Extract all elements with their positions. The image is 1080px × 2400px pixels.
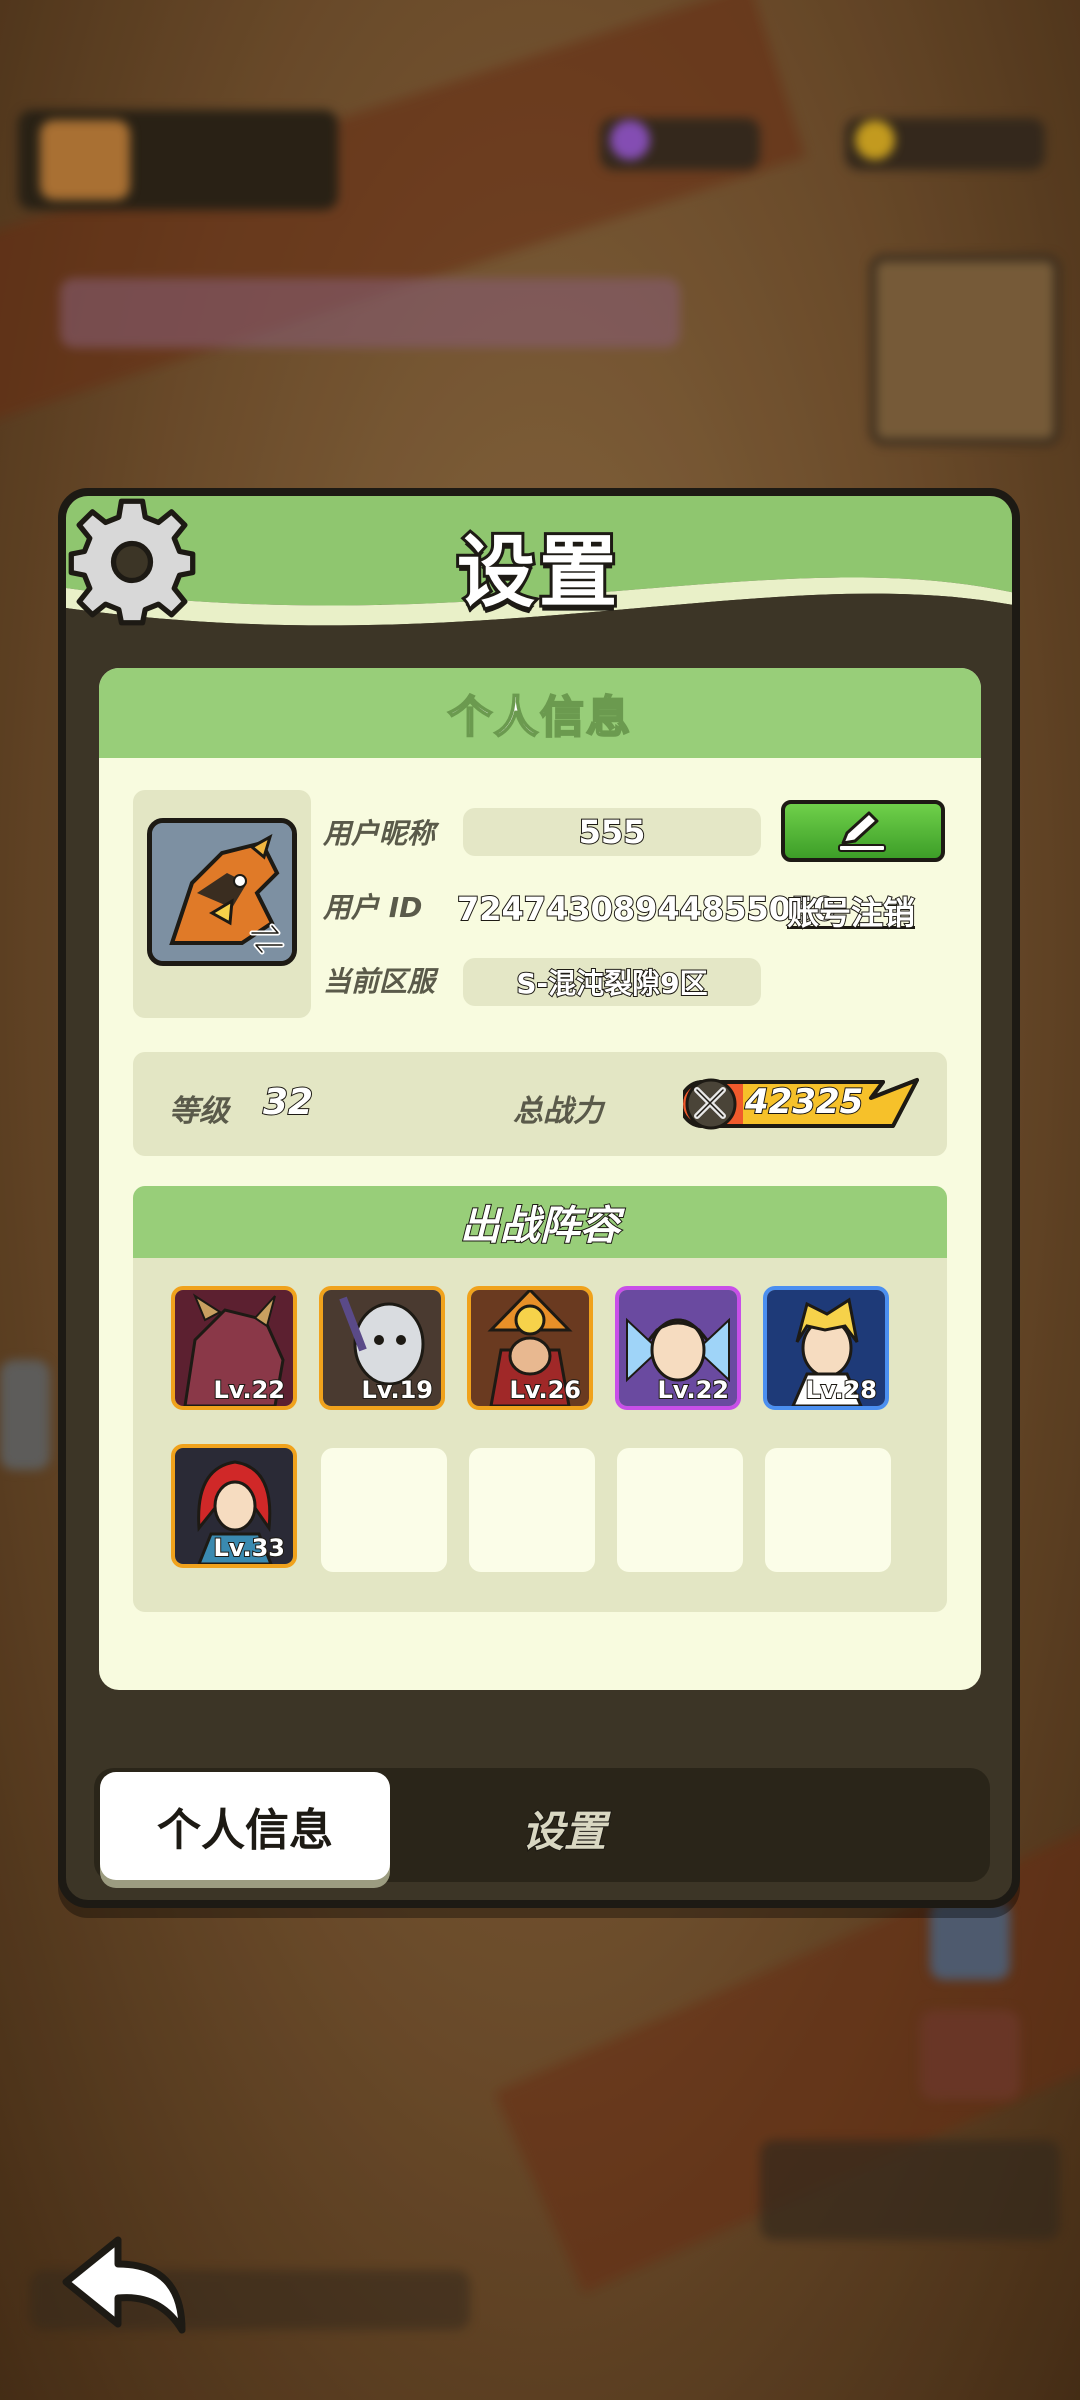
lineup-title: 出战阵容 [459, 1202, 621, 1250]
empty-hero-slot[interactable] [321, 1448, 447, 1572]
pencil-icon [838, 811, 886, 852]
hero-level: Lv.22 [213, 1375, 286, 1405]
empty-hero-slot[interactable] [469, 1448, 595, 1572]
swap-icon[interactable] [246, 921, 288, 957]
hero-level: Lv.19 [361, 1375, 434, 1405]
avatar[interactable] [147, 818, 297, 966]
stats-bar: 等级 32 总战力 42325 [133, 1052, 947, 1156]
tab-bar: 个人信息 设置 [94, 1768, 990, 1882]
hero-slot[interactable]: Lv.22 [615, 1286, 741, 1410]
back-arrow-icon[interactable] [56, 2232, 196, 2342]
hero-slot[interactable]: Lv.33 [171, 1444, 297, 1568]
level-value: 32 [262, 1081, 314, 1124]
user-id-value: 72474308944855050 [456, 889, 837, 929]
hero-slot[interactable]: Lv.22 [171, 1286, 297, 1410]
lineup-header: 出战阵容 [133, 1186, 947, 1258]
edit-nickname-button[interactable] [781, 800, 945, 862]
empty-hero-slot[interactable] [617, 1448, 743, 1572]
personal-info-title: 个人信息 [447, 691, 632, 744]
personal-info-card: 个人信息 用户昵称 555 用户 ID 72474308944855050 账号… [99, 668, 981, 1690]
tab-personal-info[interactable]: 个人信息 [100, 1772, 390, 1880]
hero-slot[interactable]: Lv.26 [467, 1286, 593, 1410]
nickname-label: 用户昵称 [323, 817, 436, 850]
hero-level: Lv.33 [213, 1533, 286, 1563]
hero-level: Lv.28 [805, 1375, 878, 1405]
hero-slot[interactable]: Lv.19 [319, 1286, 445, 1410]
tab-settings[interactable]: 设置 [434, 1788, 694, 1868]
user-id-label: 用户 ID [323, 891, 423, 924]
avatar-box [133, 790, 311, 1018]
panel-header: 设置 [66, 496, 1012, 636]
power-label: 总战力 [513, 1094, 603, 1129]
level-label: 等级 [169, 1094, 229, 1129]
server-value: S-混沌裂隙9区 [463, 958, 761, 1006]
panel-title: 设置 [454, 525, 621, 621]
delete-account-link[interactable]: 账号注销 [786, 888, 916, 934]
server-label: 当前区服 [323, 965, 436, 998]
lineup-box: 出战阵容 Lv.22 Lv.19 Lv.26 Lv.22 Lv.28 Lv.33 [133, 1186, 947, 1612]
empty-hero-slot[interactable] [765, 1448, 891, 1572]
nickname-value: 555 [463, 808, 761, 856]
power-value: 42325 [744, 1081, 864, 1123]
hero-level: Lv.22 [657, 1375, 730, 1405]
personal-info-header: 个人信息 [99, 668, 981, 758]
settings-panel: 设置 个人信息 用户昵称 555 用户 ID 72474308944855050… [58, 488, 1020, 1908]
hero-slot[interactable]: Lv.28 [763, 1286, 889, 1410]
hero-level: Lv.26 [509, 1375, 582, 1405]
